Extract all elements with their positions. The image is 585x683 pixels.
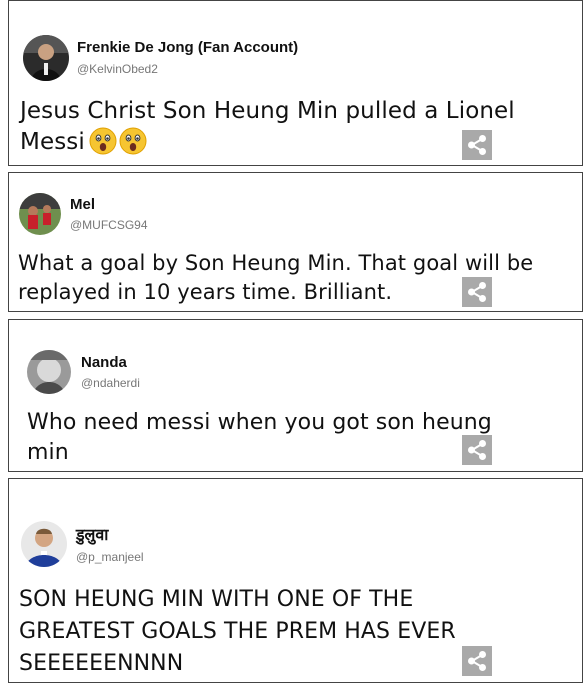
tweet-card: Frenkie De Jong (Fan Account) @KelvinObe… <box>8 0 583 166</box>
share-icon <box>468 440 486 460</box>
display-name[interactable]: Frenkie De Jong (Fan Account) <box>77 39 298 56</box>
tweet-card: Mel @MUFCSG94 What a goal by Son Heung M… <box>8 172 583 312</box>
tweet-card: Nanda @ndaherdi Who need messi when you … <box>8 319 583 472</box>
share-icon <box>468 282 486 302</box>
username[interactable]: @KelvinObed2 <box>77 62 158 76</box>
share-button[interactable] <box>462 646 492 676</box>
share-button[interactable] <box>462 277 492 307</box>
avatar[interactable] <box>27 350 71 394</box>
share-icon <box>468 651 486 671</box>
username[interactable]: @MUFCSG94 <box>70 218 148 232</box>
display-name[interactable]: डुलुवा <box>76 523 108 545</box>
tweet-card: डुलुवा @p_manjeel SON HEUNG MIN WITH ONE… <box>8 478 583 683</box>
display-name[interactable]: Nanda <box>81 354 127 371</box>
avatar[interactable] <box>23 35 69 81</box>
tweet-text: SON HEUNG MIN WITH ONE OF THE GREATEST G… <box>19 587 456 676</box>
share-icon <box>468 135 486 155</box>
username[interactable]: @p_manjeel <box>76 550 144 564</box>
tweet-text: Who need messi when you got son heung mi… <box>27 410 492 465</box>
share-button[interactable] <box>462 130 492 160</box>
avatar[interactable] <box>21 521 67 567</box>
tweet-text: What a goal by Son Heung Min. That goal … <box>18 251 534 304</box>
astonished-face-emoji <box>89 127 117 164</box>
share-button[interactable] <box>462 435 492 465</box>
avatar[interactable] <box>19 193 61 235</box>
display-name[interactable]: Mel <box>70 196 95 213</box>
username[interactable]: @ndaherdi <box>81 376 140 390</box>
astonished-face-emoji <box>119 127 147 164</box>
